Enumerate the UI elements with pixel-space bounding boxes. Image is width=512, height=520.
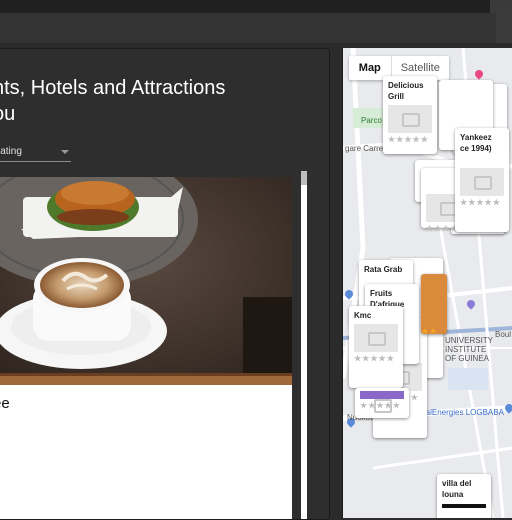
coffee-burger-photo (0, 177, 292, 385)
marker-name: Yankeez ce 1994) (460, 133, 492, 153)
sort-select-value: Rating (0, 146, 22, 157)
star-rating: ★★★★★ (354, 354, 395, 363)
image-placeholder-icon (460, 168, 504, 196)
places-panel: nts, Hotels and Attractions ou Rating (0, 48, 330, 520)
toolbar-right-control[interactable] (496, 13, 512, 43)
marker-name: Kmc (354, 311, 372, 320)
sort-select[interactable]: Rating (0, 143, 71, 162)
image-placeholder-icon (354, 324, 398, 352)
place-photo (0, 177, 292, 385)
image-placeholder-icon (360, 391, 404, 413)
image-placeholder-icon (388, 105, 432, 133)
marker-name: Rata Grab (364, 265, 403, 274)
map-marker-card[interactable]: Kmc ★★★★★ (349, 306, 403, 388)
place-card[interactable]: ee (0, 177, 292, 519)
scrollbar-thumb[interactable] (301, 171, 307, 185)
map-marker-card[interactable]: Yankeez ce 1994) ★★★★★ (455, 128, 509, 232)
map-marker-card[interactable]: ★★★★★ (355, 388, 409, 418)
star-rating-gold: ★★ (421, 326, 438, 336)
place-title: ee (0, 395, 10, 412)
map-label-totalenergies: TotalEnergies LOGBABA (415, 408, 504, 417)
map[interactable]: Map Satellite Parco gare Carre UNIVERSIT… (342, 48, 512, 518)
map-marker-photo[interactable] (421, 274, 447, 334)
browser-top-bar (0, 0, 512, 13)
star-rating: ★★★★★ (460, 198, 501, 207)
page-title: nts, Hotels and Attractions ou (0, 77, 226, 125)
map-label-gare: gare Carre (345, 144, 384, 153)
map-marker-card[interactable]: Delicious Grill ★★★★★ (383, 76, 437, 154)
chevron-down-icon (61, 150, 69, 154)
star-rating: ★★★★★ (388, 135, 429, 144)
marker-name: villa del louna (442, 479, 472, 499)
map-marker-card[interactable]: villa del louna (437, 474, 491, 518)
map-label-parco: Parco (361, 116, 382, 125)
top-right-control[interactable] (490, 0, 512, 13)
toolbar (0, 13, 512, 43)
map-label-boul: Boul (495, 330, 512, 339)
map-label-university: UNIVERSITY INSTITUTE OF GUINEA (445, 336, 494, 363)
marker-photo-strip (442, 504, 486, 508)
marker-name: Delicious Grill (388, 81, 424, 101)
scrollbar[interactable] (301, 171, 307, 519)
